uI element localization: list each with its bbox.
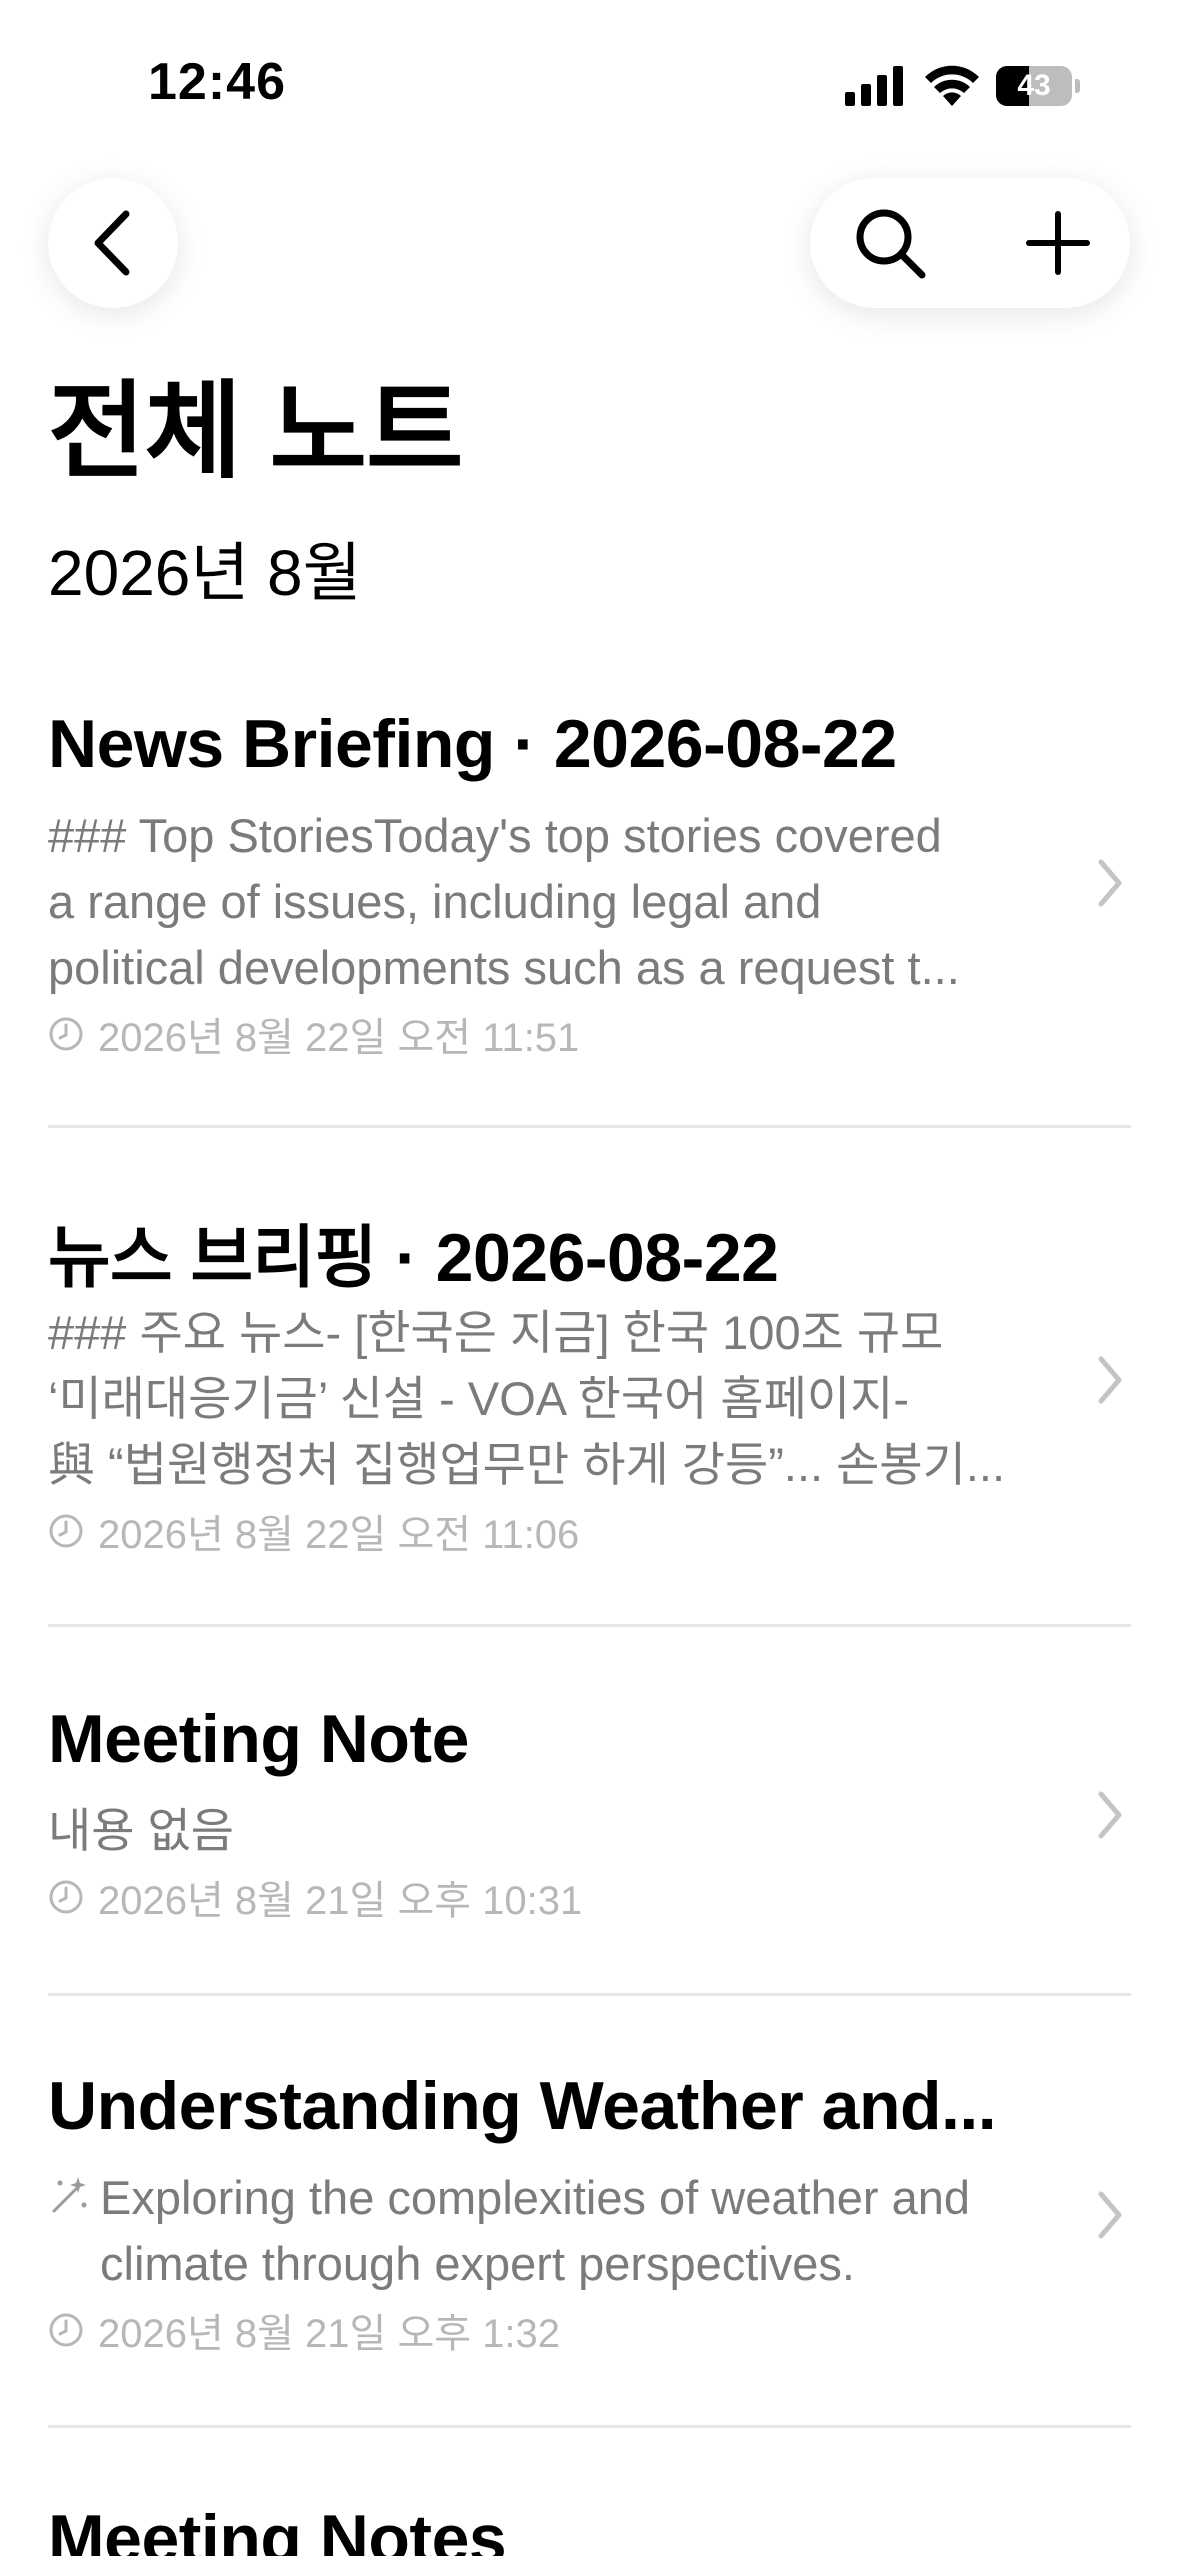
- back-button[interactable]: [48, 178, 178, 308]
- cellular-signal-icon: [845, 66, 903, 106]
- chevron-right-icon: [1098, 859, 1122, 907]
- list-divider: [48, 1624, 1131, 1627]
- chevron-left-icon: [94, 210, 130, 276]
- chevron-right-icon: [1098, 1791, 1122, 1839]
- clock-icon: [49, 2313, 83, 2347]
- note-title: 뉴스 브리핑 · 2026-08-22: [48, 1220, 779, 1296]
- note-item[interactable]: Understanding Weather and... Exploring t…: [48, 2067, 1131, 2428]
- chevron-right-icon: [1098, 1356, 1122, 1404]
- note-title: Understanding Weather and...: [48, 2068, 997, 2144]
- list-divider: [48, 2425, 1131, 2428]
- plus-icon: [1026, 211, 1090, 275]
- status-time: 12:46: [148, 53, 286, 111]
- clock-icon: [49, 1017, 83, 1051]
- list-divider: [48, 1125, 1131, 1128]
- note-preview: ### 주요 뉴스- [한국은 지금] 한국 100조 규모 ‘미래대응기금’ …: [48, 1306, 1006, 1491]
- note-date: 2026년 8월 21일 오후 1:32: [48, 2301, 560, 2359]
- page-title: 전체 노트: [48, 373, 464, 491]
- note-date: 2026년 8월 21일 오후 10:31: [48, 1868, 582, 1926]
- status-bar: 12:46 43: [0, 0, 1179, 170]
- all-notes-screen: 12:46 43 전체 노트 2026년 8월 News Briefing · …: [0, 0, 1179, 2556]
- list-divider: [48, 1993, 1131, 1996]
- note-preview: ### Top StoriesToday's top stories cover…: [48, 809, 960, 994]
- wifi-icon: [925, 65, 979, 106]
- note-title: Meeting Notes: [48, 2501, 507, 2556]
- search-button[interactable]: [840, 198, 940, 288]
- battery-icon: 43: [996, 66, 1080, 106]
- note-title: News Briefing · 2026-08-22: [48, 706, 897, 782]
- chevron-right-icon: [1098, 2191, 1122, 2239]
- note-item[interactable]: News Briefing · 2026-08-22 ### Top Stori…: [48, 705, 1131, 1128]
- month-section-header: 2026년 8월: [48, 537, 362, 609]
- clock-icon: [49, 1514, 83, 1548]
- toolbar-actions: [810, 178, 1130, 308]
- note-item[interactable]: Meeting Notes: [48, 2500, 1131, 2556]
- note-preview: Exploring the complexities of weather an…: [100, 2171, 970, 2290]
- clock-icon: [49, 1880, 83, 1914]
- note-item[interactable]: 뉴스 브리핑 · 2026-08-22 ### 주요 뉴스- [한국은 지금] …: [48, 1202, 1131, 1627]
- search-icon: [856, 209, 926, 279]
- battery-level: 43: [1017, 69, 1051, 102]
- note-preview: 내용 없음: [48, 1804, 235, 1857]
- note-date: 2026년 8월 22일 오전 11:51: [48, 1005, 579, 1063]
- note-item[interactable]: Meeting Note 내용 없음 2026년 8월 21일 오후 10:31: [48, 1700, 1131, 1996]
- note-date: 2026년 8월 22일 오전 11:06: [48, 1502, 579, 1560]
- magic-wand-icon: [52, 2177, 87, 2213]
- note-title: Meeting Note: [48, 1701, 469, 1777]
- add-note-button[interactable]: [1008, 198, 1108, 288]
